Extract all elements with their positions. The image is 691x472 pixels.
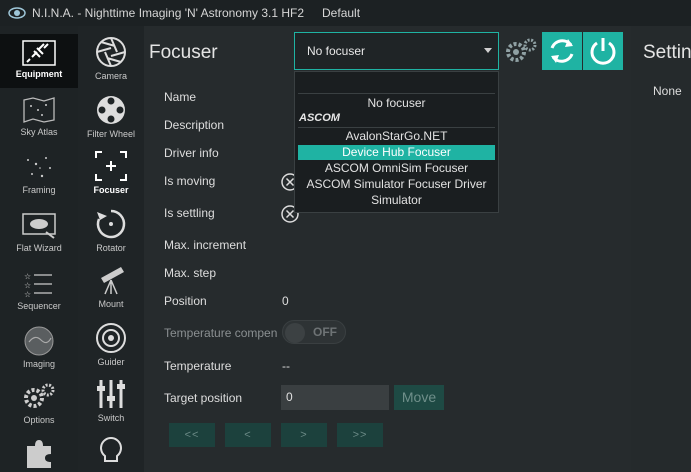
connect-button[interactable]	[583, 32, 623, 70]
nav-options[interactable]: Options	[0, 378, 78, 432]
nav-filter-wheel[interactable]: Filter Wheel	[78, 94, 144, 148]
prop-is-moving: Is moving	[164, 174, 216, 188]
nav-label: Flat Wizard	[16, 243, 62, 253]
dropdown-separator	[298, 127, 495, 128]
puzzle-icon	[27, 440, 51, 468]
dropdown-group-ascom: ASCOM	[299, 112, 340, 124]
lightbulb-icon	[100, 436, 122, 462]
device-select[interactable]: No focuser	[294, 32, 499, 70]
map-icon	[23, 97, 55, 123]
flat-panel-icon	[22, 213, 56, 239]
prop-position: Position	[164, 294, 207, 308]
move-left-fast-button[interactable]: <<	[169, 423, 215, 447]
target-position-input[interactable]: 0	[281, 385, 389, 410]
nav-switch[interactable]: Switch	[78, 378, 144, 432]
toggle-knob	[285, 323, 305, 343]
device-select-value: No focuser	[307, 44, 366, 58]
dropdown-option-highlighted[interactable]: Device Hub Focuser	[298, 145, 495, 160]
toggle-state: OFF	[313, 325, 337, 339]
aperture-icon	[96, 37, 126, 67]
nav-label: Sky Atlas	[20, 127, 58, 137]
nav-plugins[interactable]	[0, 436, 78, 472]
nav-label: Options	[23, 415, 55, 425]
nav-equipment[interactable]: Equipment	[0, 34, 78, 88]
nav-camera[interactable]: Camera	[78, 36, 144, 90]
nav-label: Framing	[22, 185, 56, 195]
gears-icon	[24, 383, 55, 408]
prop-name: Name	[164, 90, 197, 104]
nebula-icon	[24, 326, 54, 356]
nav-flat-device[interactable]	[78, 436, 144, 472]
temperature-value: --	[282, 359, 290, 373]
equipment-nav: Camera Filter Wheel Focuser Rotator Moun…	[78, 26, 144, 472]
rescan-button[interactable]	[542, 32, 582, 70]
telescope-icon	[101, 267, 124, 295]
settings-title: Setting	[643, 42, 691, 63]
nav-label: Filter Wheel	[86, 129, 135, 139]
prop-temp-compensation: Temperature compen	[164, 326, 278, 340]
refresh-icon	[550, 39, 574, 63]
nav-sequencer[interactable]: ☆ ☆ ☆ Sequencer	[0, 266, 78, 320]
dropdown-option[interactable]: ASCOM OmniSim Focuser	[298, 161, 495, 176]
svg-text:☆: ☆	[24, 290, 31, 298]
nav-label: Equipment	[15, 69, 63, 79]
nav-rotator[interactable]: Rotator	[78, 208, 144, 262]
device-dropdown-list: No focuser ASCOM AvalonStarGo.NET Device…	[294, 71, 499, 213]
nav-label: Imaging	[22, 359, 56, 369]
prop-description: Description	[164, 118, 225, 132]
move-left-button[interactable]: <	[225, 423, 271, 447]
prop-max-step: Max. step	[164, 266, 217, 280]
nav-flat-wizard[interactable]: Flat Wizard	[0, 208, 78, 262]
nav-guider[interactable]: Guider	[78, 322, 144, 376]
dropdown-option[interactable]: Simulator	[298, 193, 495, 208]
sliders-icon	[97, 380, 125, 408]
page-title: Focuser	[149, 42, 218, 63]
prop-max-increment: Max. increment	[164, 238, 247, 252]
nav-label: Camera	[94, 71, 127, 81]
profile-name: Default	[322, 6, 361, 20]
title-bar: N.I.N.A. - Nighttime Imaging 'N' Astrono…	[0, 0, 691, 26]
gears-icon	[506, 38, 537, 62]
target-icon	[96, 323, 126, 353]
nav-label: Rotator	[96, 243, 126, 253]
nina-logo-icon	[8, 7, 26, 19]
move-button[interactable]: Move	[394, 385, 444, 410]
window-title: N.I.N.A. - Nighttime Imaging 'N' Astrono…	[32, 6, 305, 20]
prop-is-settling: Is settling	[164, 206, 215, 220]
move-right-button[interactable]: >	[281, 423, 327, 447]
power-icon	[590, 38, 616, 65]
setup-button[interactable]	[501, 32, 541, 70]
position-value: 0	[282, 294, 289, 308]
nav-label: Mount	[98, 299, 124, 309]
rotator-icon	[96, 209, 126, 239]
temp-compensation-toggle[interactable]: OFF	[282, 320, 346, 344]
nav-label: Focuser	[93, 185, 129, 195]
sequence-icon: ☆ ☆ ☆	[24, 272, 52, 298]
nav-focuser[interactable]: Focuser	[78, 150, 144, 204]
nav-label: Guider	[97, 357, 125, 367]
svg-text:☆: ☆	[24, 272, 31, 281]
dropdown-separator	[298, 93, 495, 94]
settings-value: None	[653, 84, 682, 98]
primary-nav: Equipment Sky Atlas Framing Flat Wizard …	[0, 26, 78, 472]
nav-label: Sequencer	[17, 301, 61, 311]
chevron-down-icon	[484, 48, 492, 53]
prop-temperature: Temperature	[164, 359, 232, 373]
nav-imaging[interactable]: Imaging	[0, 322, 78, 376]
dropdown-option[interactable]: ASCOM Simulator Focuser Driver	[298, 177, 495, 192]
nav-sky-atlas[interactable]: Sky Atlas	[0, 92, 78, 146]
dropdown-option[interactable]: AvalonStarGo.NET	[298, 129, 495, 144]
move-right-fast-button[interactable]: >>	[337, 423, 383, 447]
dropdown-option-no-focuser[interactable]: No focuser	[298, 96, 495, 111]
prop-target-position: Target position	[164, 391, 243, 405]
focus-icon	[95, 151, 127, 181]
plug-icon	[22, 40, 56, 66]
nav-mount[interactable]: Mount	[78, 264, 144, 318]
prop-driver-info: Driver info	[164, 146, 219, 160]
filter-wheel-icon	[97, 96, 125, 124]
nav-label: Switch	[97, 413, 125, 423]
nav-framing[interactable]: Framing	[0, 150, 78, 204]
stars-icon	[27, 157, 51, 178]
svg-text:☆: ☆	[24, 281, 31, 290]
